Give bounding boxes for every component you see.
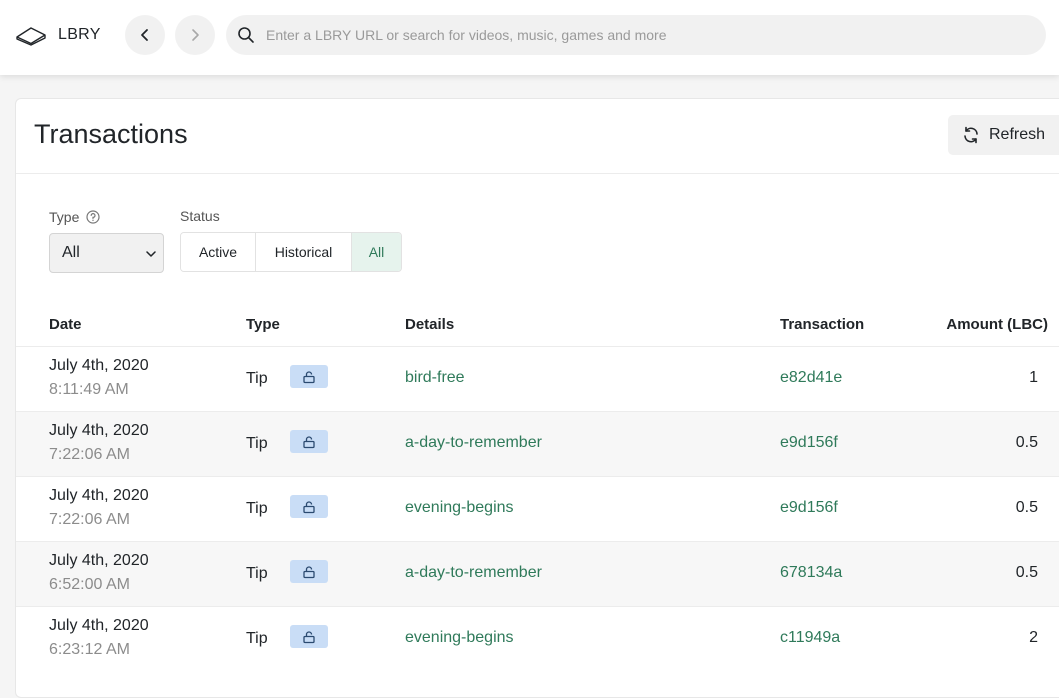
lbry-logo-icon[interactable] (15, 24, 47, 48)
unlock-icon (303, 500, 315, 513)
forward-button[interactable] (175, 15, 215, 55)
type-filter-label: Type (49, 209, 100, 225)
refresh-icon (964, 126, 978, 144)
row-amount: 0.5 (1015, 434, 1038, 451)
unlock-icon (303, 370, 315, 383)
divider (16, 173, 1059, 174)
type-label-text: Type (49, 209, 80, 225)
row-amount: 0.5 (1015, 564, 1038, 581)
status-filter-label: Status (180, 208, 220, 224)
table-row: July 4th, 2020 7:22:06 AM Tip evening-be… (16, 476, 1059, 541)
status-historical-button[interactable]: Historical (256, 233, 352, 271)
row-details-link[interactable]: bird-free (405, 369, 465, 387)
search-icon (238, 27, 254, 43)
table-row: July 4th, 2020 8:11:49 AM Tip bird-free … (16, 346, 1059, 411)
table-row: July 4th, 2020 6:52:00 AM Tip a-day-to-r… (16, 541, 1059, 606)
row-transaction-link[interactable]: e9d156f (780, 499, 838, 517)
row-amount: 2 (1029, 629, 1038, 646)
column-header-amount: Amount (LBC) (946, 316, 1048, 333)
row-date: July 4th, 2020 (49, 422, 149, 439)
logo-text[interactable]: LBRY (58, 26, 101, 44)
row-transaction-link[interactable]: 678134a (780, 564, 842, 582)
column-header-type: Type (246, 316, 280, 333)
refresh-button[interactable]: Refresh (948, 115, 1059, 155)
row-time: 6:23:12 AM (49, 641, 130, 658)
row-time: 8:11:49 AM (49, 381, 129, 398)
table-row: July 4th, 2020 7:22:06 AM Tip a-day-to-r… (16, 411, 1059, 476)
row-date: July 4th, 2020 (49, 487, 149, 504)
row-date: July 4th, 2020 (49, 552, 149, 569)
transactions-card: Transactions Refresh Type Status All Act… (15, 98, 1059, 698)
chevron-left-icon (141, 29, 148, 41)
row-details-link[interactable]: evening-begins (405, 499, 514, 517)
top-header: LBRY (0, 0, 1059, 75)
row-amount: 0.5 (1015, 499, 1038, 516)
unlock-icon (303, 565, 315, 578)
row-time: 6:52:00 AM (49, 576, 130, 593)
unlock-tip-button[interactable] (290, 625, 328, 648)
row-type: Tip (246, 435, 268, 452)
row-transaction-link[interactable]: e9d156f (780, 434, 838, 452)
type-select[interactable]: All (49, 233, 164, 273)
column-header-transaction: Transaction (780, 316, 865, 333)
search-input[interactable] (266, 15, 1026, 55)
row-details-link[interactable]: a-day-to-remember (405, 434, 542, 452)
row-details-link[interactable]: evening-begins (405, 629, 514, 647)
unlock-tip-button[interactable] (290, 495, 328, 518)
row-type: Tip (246, 500, 268, 517)
row-transaction-link[interactable]: c11949a (780, 629, 840, 647)
help-circle-icon[interactable] (86, 210, 100, 224)
unlock-icon (303, 630, 315, 643)
unlock-icon (303, 435, 315, 448)
search-bar[interactable] (226, 15, 1046, 55)
chevron-right-icon (192, 29, 199, 41)
row-date: July 4th, 2020 (49, 617, 149, 634)
row-transaction-link[interactable]: e82d41e (780, 369, 842, 387)
unlock-tip-button[interactable] (290, 560, 328, 583)
unlock-tip-button[interactable] (290, 365, 328, 388)
row-details-link[interactable]: a-day-to-remember (405, 564, 542, 582)
refresh-label: Refresh (989, 126, 1046, 143)
row-amount: 1 (1029, 369, 1038, 386)
row-time: 7:22:06 AM (49, 511, 130, 528)
status-toggle: Active Historical All (180, 232, 402, 272)
table-row: July 4th, 2020 6:23:12 AM Tip evening-be… (16, 606, 1059, 671)
unlock-tip-button[interactable] (290, 430, 328, 453)
status-active-button[interactable]: Active (181, 233, 256, 271)
column-header-details: Details (405, 316, 455, 333)
column-header-date: Date (49, 316, 82, 333)
row-type: Tip (246, 630, 268, 647)
back-button[interactable] (125, 15, 165, 55)
row-date: July 4th, 2020 (49, 357, 149, 374)
row-time: 7:22:06 AM (49, 446, 130, 463)
chevron-down-icon (146, 251, 156, 257)
status-all-button[interactable]: All (352, 233, 401, 271)
page-title: Transactions (34, 119, 188, 149)
row-type: Tip (246, 370, 268, 387)
type-select-value: All (62, 244, 80, 261)
row-type: Tip (246, 565, 268, 582)
